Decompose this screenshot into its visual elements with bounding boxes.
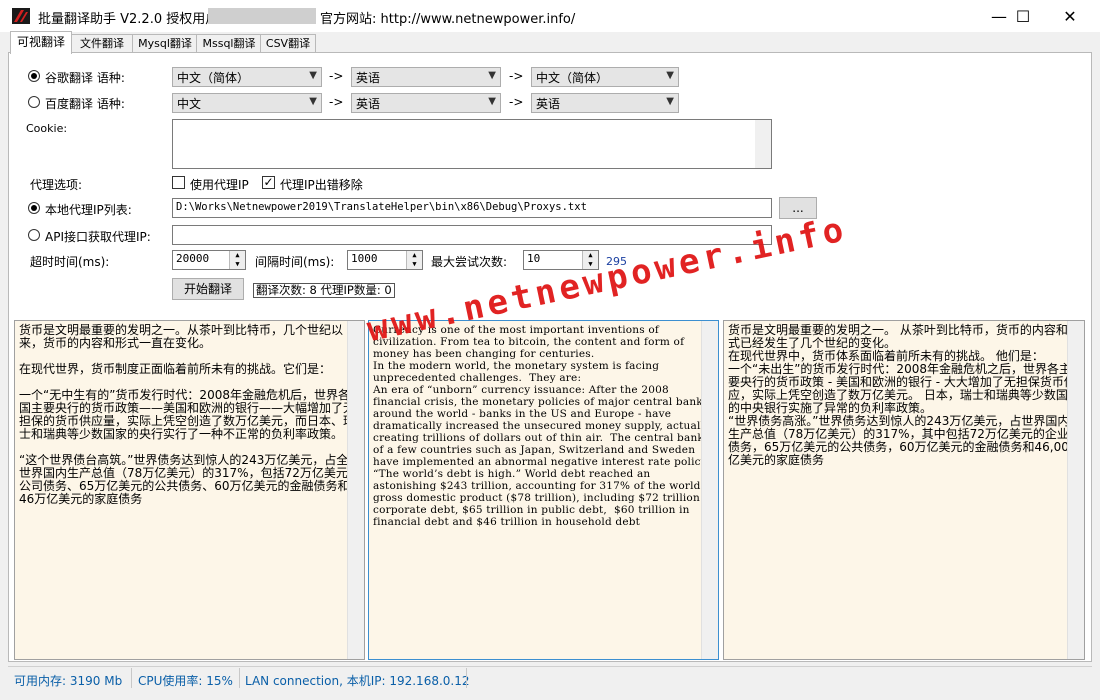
google-back-lang-value: 中文（简体） [536,71,609,85]
official-site: 官方网站: http://www.netnewpower.info/ [320,12,576,27]
back-translated-text: 货币是文明最重要的发明之一。 从茶叶到比特币，货币的内容和形式已经发生了几个世纪… [728,323,1080,467]
google-source-lang-select[interactable]: 中文（简体） ▼ [172,67,322,87]
remove-error-proxy-checkbox[interactable]: ✓ [262,176,275,189]
timeout-label: 超时时间(ms): [30,255,110,269]
close-button[interactable]: ✕ [1047,0,1093,32]
max-retry-value: 10 [527,252,541,265]
google-source-lang-value: 中文（简体） [177,71,250,85]
max-retry-label: 最大尝试次数: [431,255,508,269]
chevron-down-icon: ▼ [488,70,496,81]
baidu-target-lang-value: 英语 [356,97,381,111]
licensed-user-field [208,8,316,24]
google-target-lang-value: 英语 [356,71,381,85]
chevron-down-icon: ▼ [666,70,674,81]
tab-file-translate[interactable]: 文件翻译 [70,34,134,53]
stepper-arrows-icon[interactable]: ▲ ▼ [406,251,422,269]
tab-mssql-translate[interactable]: Mssql翻译 [196,34,262,53]
proxy-options-label: 代理选项: [30,178,83,192]
google-back-lang-select[interactable]: 中文（简体） ▼ [531,67,679,87]
status-divider [466,668,467,688]
translate-stats: 翻译次数: 8 代理IP数量: 0 [253,283,395,298]
arrow-text: -> [329,69,344,83]
translated-scrollbar[interactable] [701,321,718,659]
google-label: 谷歌翻译 语种: [45,71,125,85]
local-proxy-path-input[interactable]: D:\Works\Netnewpower2019\TranslateHelper… [172,198,772,218]
cookie-scrollbar[interactable] [755,120,771,168]
source-scrollbar[interactable] [347,321,364,659]
baidu-back-lang-value: 英语 [536,97,561,111]
google-target-lang-select[interactable]: 英语 ▼ [351,67,501,87]
baidu-label: 百度翻译 语种: [45,97,125,111]
tab-csv-translate[interactable]: CSV翻译 [260,34,316,53]
app-logo-icon [12,8,30,24]
status-memory: 可用内存: 3190 Mb [14,674,123,688]
interval-stepper[interactable]: 1000 ▲ ▼ [347,250,423,270]
interval-label: 间隔时间(ms): [255,255,335,269]
chevron-down-icon: ▼ [309,70,317,81]
status-cpu: CPU使用率: 15% [138,674,233,688]
baidu-back-lang-select[interactable]: 英语 ▼ [531,93,679,113]
arrow-text: -> [509,95,524,109]
use-proxy-checkbox[interactable] [172,176,185,189]
window-title: 批量翻译助手 V2.2.0 授权用户: [38,12,223,27]
chevron-down-icon: ▼ [666,96,674,107]
local-proxy-radio[interactable] [28,202,40,214]
local-proxy-label: 本地代理IP列表: [45,203,132,217]
api-proxy-label: API接口获取代理IP: [45,230,151,244]
use-proxy-label: 使用代理IP [190,178,249,192]
remove-error-proxy-label: 代理IP出错移除 [280,178,363,192]
tab-visual-translate[interactable]: 可视翻译 [10,31,72,54]
start-translate-button[interactable]: 开始翻译 [172,278,244,300]
baidu-radio[interactable] [28,96,40,108]
tab-mysql-translate[interactable]: Mysql翻译 [132,34,198,53]
baidu-source-lang-select[interactable]: 中文 ▼ [172,93,322,113]
status-network: LAN connection, 本机IP: 192.168.0.12 [245,674,470,688]
translated-text-box[interactable]: Currency is one of the most important in… [368,320,719,660]
back-translated-text-box[interactable]: 货币是文明最重要的发明之一。 从茶叶到比特币，货币的内容和形式已经发生了几个世纪… [723,320,1085,660]
maximize-button[interactable]: ☐ [1000,0,1046,32]
interval-value: 1000 [351,252,378,265]
status-divider [131,668,132,688]
api-proxy-radio[interactable] [28,229,40,241]
google-radio[interactable] [28,70,40,82]
source-text-box[interactable]: 货币是文明最重要的发明之一。从茶叶到比特币，几个世纪以来，货币的内容和形式一直在… [14,320,365,660]
chevron-down-icon: ▼ [309,96,317,107]
baidu-target-lang-select[interactable]: 英语 ▼ [351,93,501,113]
translated-text: Currency is one of the most important in… [373,324,714,528]
api-proxy-input[interactable] [172,225,772,245]
status-divider [239,668,240,688]
cookie-textarea[interactable] [172,119,772,169]
source-text: 货币是文明最重要的发明之一。从茶叶到比特币，几个世纪以来，货币的内容和形式一直在… [19,323,360,506]
back-translated-scrollbar[interactable] [1067,321,1084,659]
baidu-source-lang-value: 中文 [177,97,202,111]
chevron-down-icon: ▼ [488,96,496,107]
arrow-text: -> [329,95,344,109]
cookie-label: Cookie: [26,122,68,135]
timeout-value: 20000 [176,252,210,265]
timeout-stepper[interactable]: 20000 ▲ ▼ [172,250,246,270]
stepper-arrows-icon[interactable]: ▲ ▼ [229,251,245,269]
arrow-text: -> [509,69,524,83]
